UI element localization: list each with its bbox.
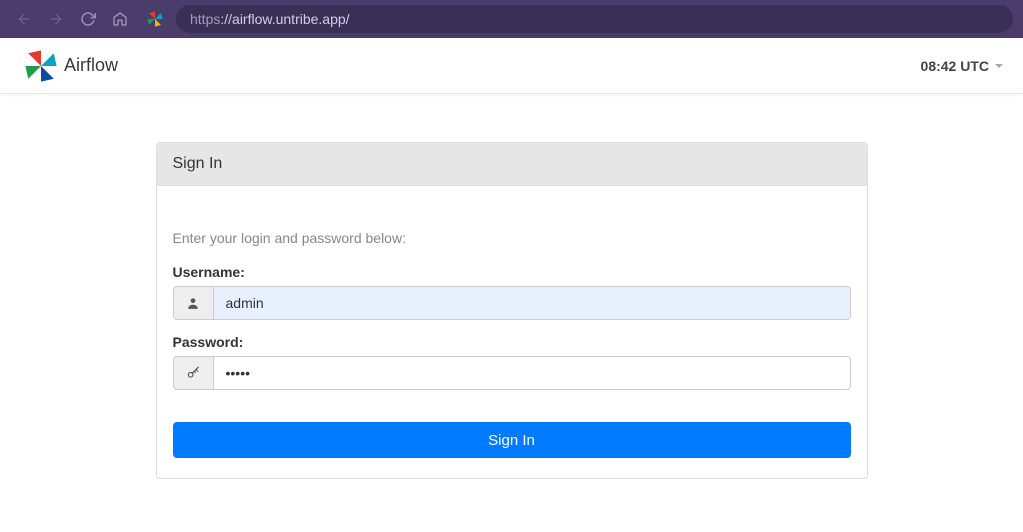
- address-bar[interactable]: https://airflow.untribe.app/: [176, 5, 1013, 33]
- password-group: Password:: [173, 334, 851, 390]
- password-row: [173, 356, 851, 390]
- password-label: Password:: [173, 334, 851, 350]
- airflow-logo-icon: [24, 49, 58, 83]
- panel-body: Enter your login and password below: Use…: [157, 186, 867, 478]
- app-header: Airflow 08:42 UTC: [0, 38, 1023, 94]
- password-input[interactable]: [213, 356, 851, 390]
- signin-panel: Sign In Enter your login and password be…: [156, 142, 868, 479]
- chevron-down-icon: [995, 64, 1003, 68]
- signin-button[interactable]: Sign In: [173, 422, 851, 458]
- browser-toolbar: https://airflow.untribe.app/: [0, 0, 1023, 38]
- site-identity-icon[interactable]: [146, 10, 164, 28]
- username-row: [173, 286, 851, 320]
- instruction-text: Enter your login and password below:: [173, 230, 851, 246]
- user-icon: [173, 286, 213, 320]
- home-button[interactable]: [106, 5, 134, 33]
- key-icon: [173, 356, 213, 390]
- brand[interactable]: Airflow: [24, 49, 118, 83]
- clock-time: 08:42 UTC: [921, 58, 989, 74]
- forward-button[interactable]: [42, 5, 70, 33]
- brand-name: Airflow: [64, 55, 118, 76]
- username-input[interactable]: [213, 286, 851, 320]
- clock[interactable]: 08:42 UTC: [921, 58, 1003, 74]
- panel-title: Sign In: [157, 143, 867, 186]
- url-path: ://airflow.untribe.app/: [220, 11, 349, 27]
- username-group: Username:: [173, 264, 851, 320]
- main-content: Sign In Enter your login and password be…: [0, 94, 1023, 479]
- username-label: Username:: [173, 264, 851, 280]
- back-button[interactable]: [10, 5, 38, 33]
- reload-button[interactable]: [74, 5, 102, 33]
- url-protocol: https: [190, 11, 220, 27]
